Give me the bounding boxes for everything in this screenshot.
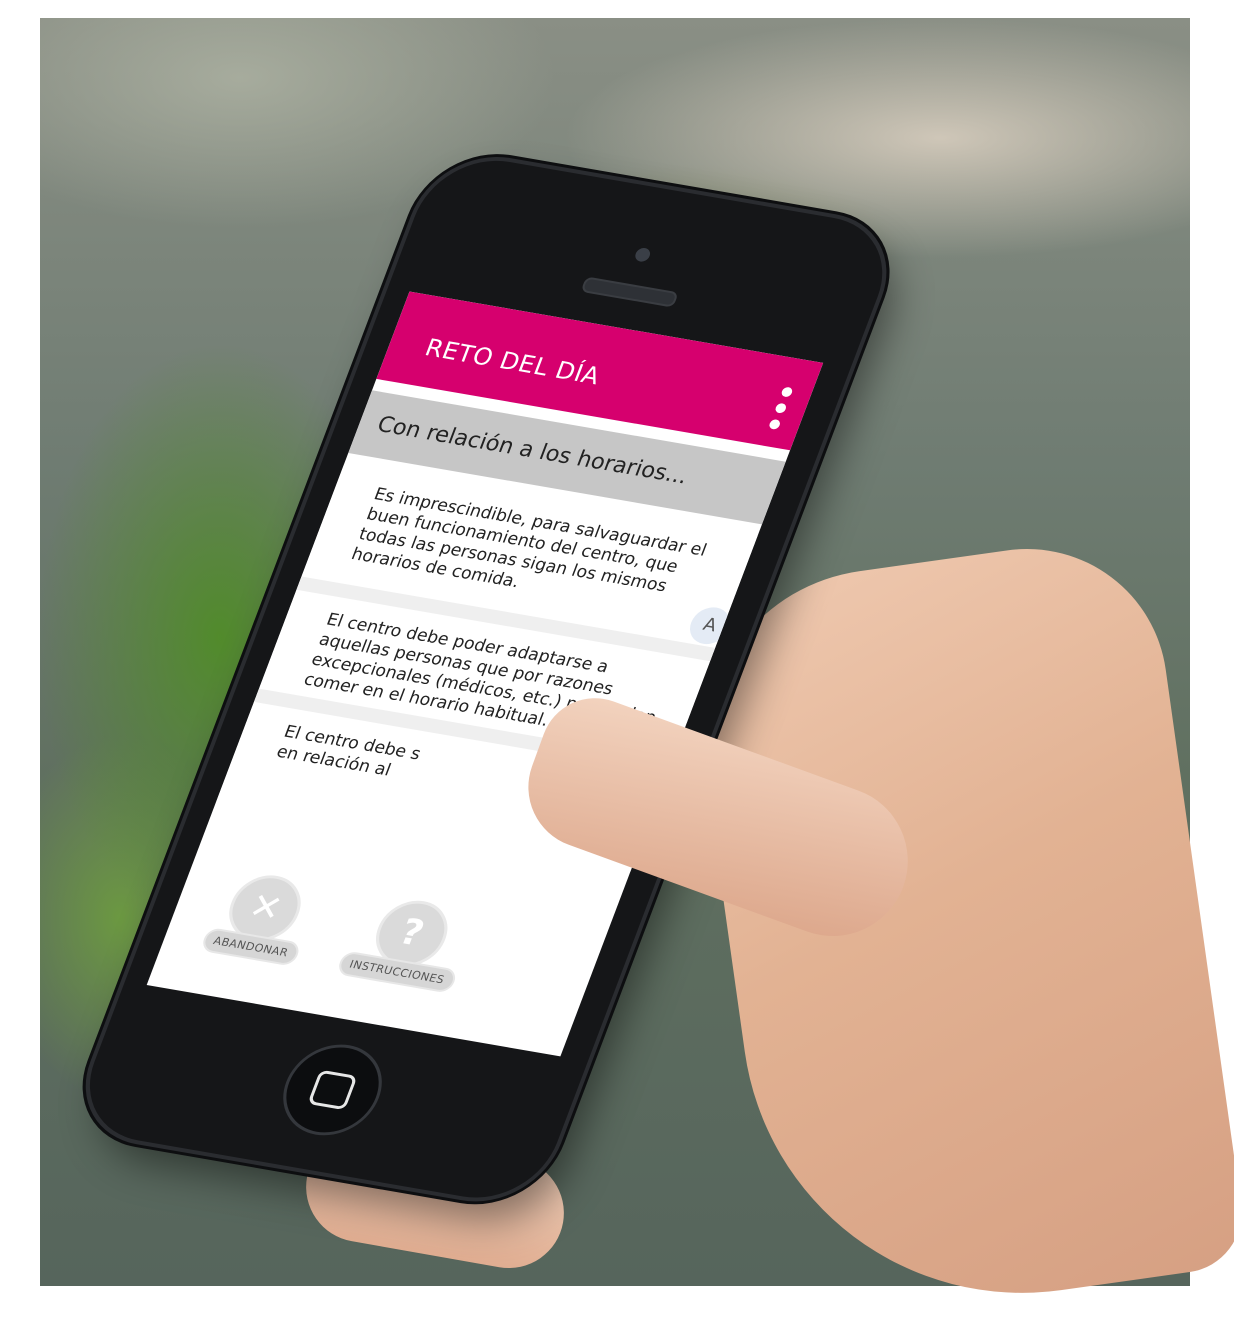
menu-dot <box>780 386 794 398</box>
abandon-button[interactable]: ✕ ABANDONAR <box>199 868 325 967</box>
front-camera <box>633 246 653 263</box>
menu-dot <box>767 418 782 430</box>
more-vert-icon[interactable] <box>767 386 795 430</box>
earpiece-speaker <box>580 276 679 308</box>
instructions-button[interactable]: ? INSTRUCCIONES <box>335 891 481 994</box>
home-square-icon <box>307 1069 358 1111</box>
home-button[interactable] <box>269 1037 396 1143</box>
answer-letter-badge: A <box>684 604 736 648</box>
app-title: RETO DEL DÍA <box>421 333 605 391</box>
bottom-actions: ✕ ABANDONAR ? INSTRUCCIONES <box>147 861 608 1056</box>
menu-dot <box>774 402 788 414</box>
